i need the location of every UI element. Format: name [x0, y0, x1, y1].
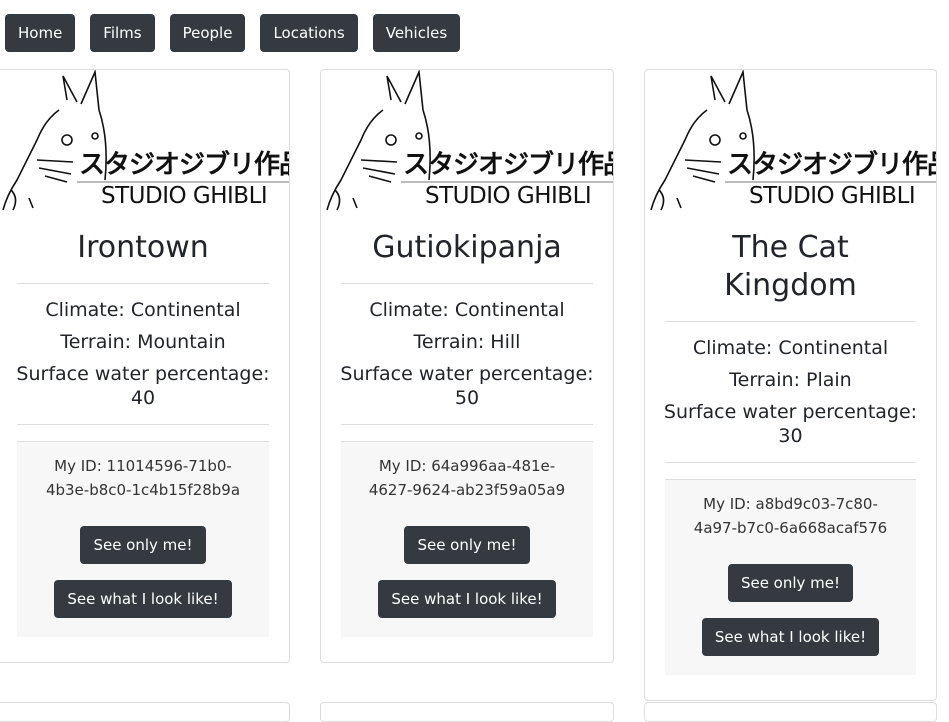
studio-ghibli-logo: スタジオジブリ作品 STUDIO GHIBLI: [321, 70, 613, 213]
divider: [341, 283, 593, 284]
divider: [17, 283, 269, 284]
location-title: Gutiokipanja: [372, 230, 562, 265]
id-text: My ID: 11014596-71b0-4b3e-b8c0-1c4b15f28…: [45, 457, 241, 499]
divider: [665, 321, 916, 322]
studio-ghibli-logo: スタジオジブリ作品 STUDIO GHIBLI: [645, 70, 936, 213]
nav-films-button[interactable]: Films: [90, 14, 155, 52]
see-only-me-button[interactable]: See only me!: [404, 526, 530, 564]
surface-water-text: Surface water percentage: 50: [340, 363, 594, 409]
logo-japanese-text: スタジオジブリ作品: [79, 150, 290, 180]
id-text: My ID: 64a996aa-481e-4627-9624-ab23f59a0…: [368, 457, 566, 499]
see-what-i-look-like-button[interactable]: See what I look like!: [701, 618, 880, 656]
climate-text: Climate: Continental: [692, 337, 889, 359]
logo-english-text: STUDIO GHIBLI: [101, 183, 268, 209]
next-location-card: [320, 702, 614, 722]
nav-people-button[interactable]: People: [169, 14, 246, 52]
terrain-text: Terrain: Plain: [729, 369, 852, 391]
nav-locations-button[interactable]: Locations: [260, 14, 358, 52]
divider: [665, 462, 916, 463]
location-card: スタジオジブリ作品 STUDIO GHIBLI The Cat Kingdom …: [644, 69, 937, 701]
climate-text: Climate: Continental: [369, 299, 565, 321]
logo-japanese-text: スタジオジブリ作品: [727, 150, 937, 180]
logo-english-text: STUDIO GHIBLI: [749, 183, 916, 209]
card-footer: My ID: 64a996aa-481e-4627-9624-ab23f59a0…: [341, 441, 593, 637]
location-title: The Cat Kingdom: [724, 230, 857, 303]
card-footer: My ID: a8bd9c03-7c80-4a97-b7c0-6a668acaf…: [665, 479, 916, 675]
climate-text: Climate: Continental: [45, 299, 241, 321]
top-nav: Home Films People Locations Vehicles: [5, 14, 461, 52]
id-text: My ID: a8bd9c03-7c80-4a97-b7c0-6a668acaf…: [693, 495, 888, 537]
card-footer: My ID: 11014596-71b0-4b3e-b8c0-1c4b15f28…: [17, 441, 269, 637]
see-only-me-button[interactable]: See only me!: [727, 564, 854, 602]
logo-japanese-text: スタジオジブリ作品: [403, 150, 614, 180]
location-card: スタジオジブリ作品 STUDIO GHIBLI Irontown Climate…: [0, 69, 290, 663]
divider: [17, 424, 269, 425]
see-what-i-look-like-button[interactable]: See what I look like!: [54, 580, 232, 618]
surface-water-text: Surface water percentage: 30: [663, 401, 918, 447]
divider: [341, 424, 593, 425]
nav-vehicles-button[interactable]: Vehicles: [372, 14, 461, 52]
logo-english-text: STUDIO GHIBLI: [425, 183, 592, 209]
see-what-i-look-like-button[interactable]: See what I look like!: [378, 580, 556, 618]
next-location-card: [644, 702, 937, 722]
surface-water-text: Surface water percentage: 40: [16, 363, 270, 409]
location-title: Irontown: [77, 230, 209, 265]
nav-home-button[interactable]: Home: [5, 14, 76, 52]
terrain-text: Terrain: Mountain: [60, 331, 226, 353]
see-only-me-button[interactable]: See only me!: [80, 526, 206, 564]
location-card: スタジオジブリ作品 STUDIO GHIBLI Gutiokipanja Cli…: [320, 69, 614, 663]
next-location-card: [0, 702, 290, 722]
studio-ghibli-logo: スタジオジブリ作品 STUDIO GHIBLI: [0, 70, 289, 213]
terrain-text: Terrain: Hill: [413, 331, 521, 353]
